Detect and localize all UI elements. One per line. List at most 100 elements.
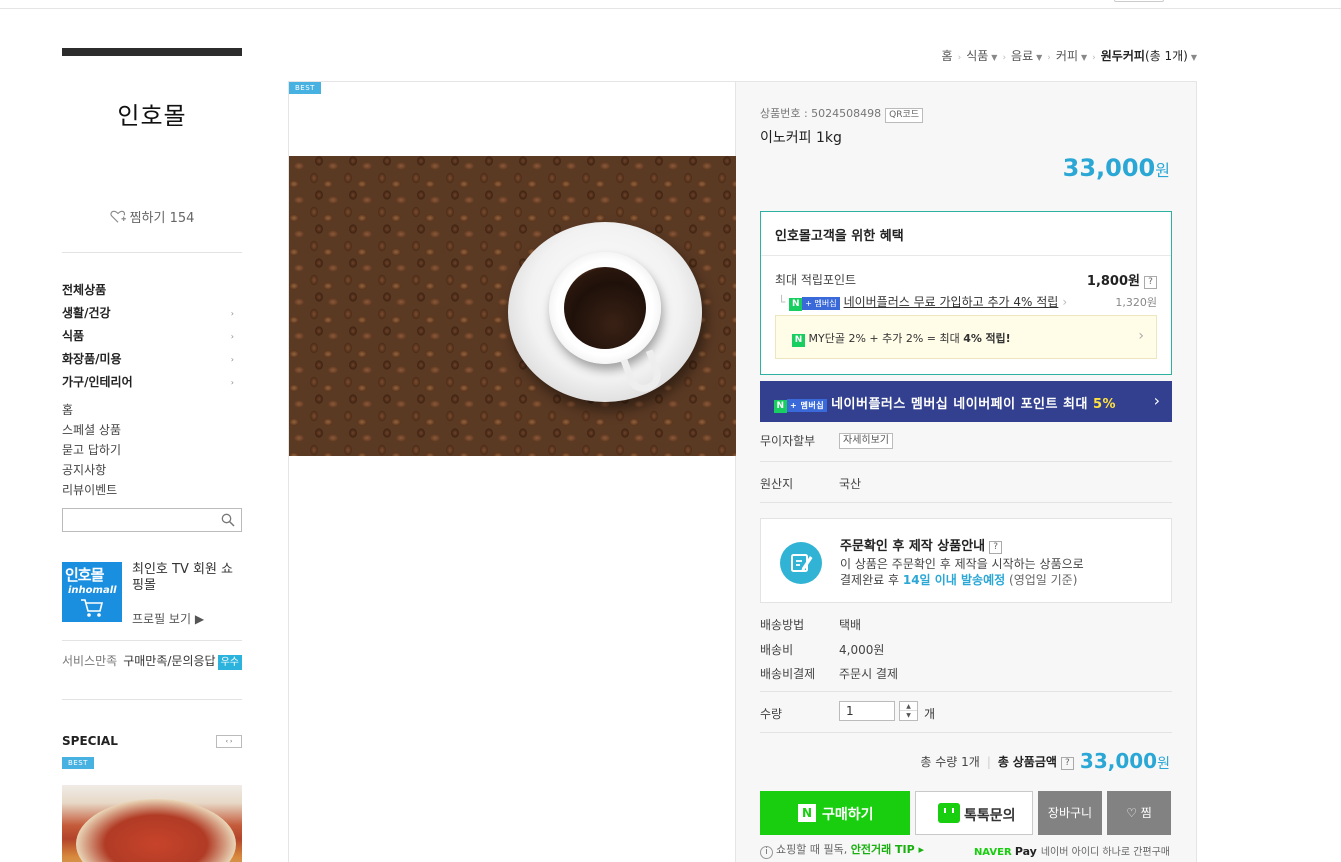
my-dangol-pct: 4%: [963, 332, 982, 345]
buy-button[interactable]: N 구매하기: [760, 791, 910, 835]
category-item-furniture[interactable]: 가구/인테리어 ›: [62, 371, 242, 394]
naver-plus-offer[interactable]: └ N + 멤버십 네이버플러스 무료 가입하고 추가 4% 적립 ›: [778, 293, 1067, 311]
naver-pay-notice: NAVER Pay 네이버 아이디 하나로 간편구매: [974, 843, 1170, 858]
breadcrumb-item-drinks[interactable]: 음료: [1011, 49, 1033, 63]
my-dangol-text: N MY단골 2% + 추가 2% = 최대 4% 적립!: [792, 330, 1011, 347]
caret-down-icon[interactable]: ▼: [1036, 53, 1042, 62]
membership-badge: + 멤버십: [802, 297, 840, 310]
total-price-unit: 원: [1157, 756, 1170, 772]
naver-plus-banner[interactable]: N + 멤버십 네이버플러스 멤버십 네이버페이 포인트 최대 5% ›: [760, 381, 1172, 422]
breadcrumb-item-home[interactable]: 홈: [942, 49, 953, 63]
shipping-fee-label: 배송비: [760, 643, 794, 657]
link-home[interactable]: 홈: [62, 400, 242, 420]
zzim-count: 154: [169, 211, 195, 226]
search-icon[interactable]: [221, 513, 235, 527]
installment-detail-button[interactable]: 자세히보기: [839, 433, 893, 449]
my-dangol-banner[interactable]: N MY단골 2% + 추가 2% = 최대 4% 적립! ›: [775, 315, 1157, 359]
category-item-all[interactable]: 전체상품: [62, 279, 242, 302]
link-special[interactable]: 스페셜 상품: [62, 420, 242, 440]
tip-link[interactable]: 안전거래 TIP ▸: [851, 843, 924, 856]
breadcrumb-item-food[interactable]: 식품: [966, 49, 988, 63]
breadcrumb-item-coffee[interactable]: 커피: [1056, 49, 1078, 63]
banner-label: 네이버플러스 멤버십 네이버페이 포인트 최대: [831, 397, 1088, 412]
special-title: SPECIAL: [62, 734, 118, 748]
naver-n-icon: N: [792, 334, 805, 347]
seller-logo[interactable]: 인호몰 inhomall: [62, 562, 122, 622]
talk-inquiry-button[interactable]: 톡톡문의: [915, 791, 1033, 835]
logo-text: 인호몰: [65, 566, 104, 584]
link-qna[interactable]: 묻고 답하기: [62, 440, 242, 460]
category-label: 가구/인테리어: [62, 375, 133, 389]
my-dangol-text-c: 적립!: [985, 332, 1011, 345]
caret-down-icon[interactable]: ▼: [1081, 53, 1087, 62]
naver-n-icon: N: [774, 400, 787, 413]
banner-pct: 5%: [1092, 397, 1117, 412]
naver-n-icon: N: [789, 298, 803, 311]
caret-down-icon[interactable]: ▼: [1191, 53, 1197, 62]
link-review-event[interactable]: 리뷰이벤트: [62, 480, 242, 500]
top-border: [0, 0, 1341, 9]
breadcrumb-current[interactable]: 원두커피(총 1개): [1101, 49, 1188, 63]
made-line2-a: 결제완료 후: [840, 573, 900, 587]
shipping-fee-value: 4,000원: [839, 643, 885, 657]
category-item-food[interactable]: 식품 ›: [62, 325, 242, 348]
decrease-icon[interactable]: ▼: [900, 711, 917, 720]
store-sidebar: 인호몰 찜하기 154 전체상품 생활/건강 › 식품 › 화장품/미용 › 가구/인…: [62, 48, 242, 862]
benefit-title: 인호몰고객을 위한 혜택: [775, 229, 904, 244]
naver-plus-link[interactable]: 네이버플러스 무료 가입하고 추가 4% 적립: [844, 295, 1059, 309]
cart-icon: [81, 599, 104, 617]
divider: [760, 461, 1172, 462]
increase-icon[interactable]: ▲: [900, 702, 917, 711]
top-tab[interactable]: [1114, 0, 1164, 2]
chevron-right-icon: ›: [230, 378, 234, 387]
max-point-label: 최대 적립포인트: [775, 273, 857, 287]
product-image[interactable]: [289, 156, 737, 456]
divider: [62, 640, 242, 641]
shipping-method-value: 택배: [839, 618, 862, 632]
installment-detail: 자세히보기: [839, 432, 893, 449]
zzim-product-button[interactable]: ♡ 찜: [1107, 791, 1171, 835]
my-dangol-text-a: MY단골 2% + 추가 2% = 최대: [808, 332, 960, 345]
naver-pay-text: 네이버 아이디 하나로 간편구매: [1040, 847, 1170, 858]
cart-button[interactable]: 장바구니: [1038, 791, 1102, 835]
max-point-value: 1,800원?: [1087, 270, 1157, 289]
total-price-value: 33,000: [1079, 749, 1158, 773]
chevron-right-icon: ›: [1138, 328, 1144, 344]
store-name[interactable]: 인호몰: [62, 96, 242, 131]
naver-plus-value: 1,320원: [1115, 296, 1157, 309]
quantity-unit: 개: [924, 707, 936, 721]
tip-text: 쇼핑할 때 필독,: [776, 843, 848, 856]
divider: [760, 732, 1172, 733]
category-item-health[interactable]: 생활/건강 ›: [62, 302, 242, 325]
product-info-panel: 상품번호 : 5024508498 QR코드 이노커피 1kg 33,000원 인…: [736, 81, 1197, 862]
quantity-stepper[interactable]: ▲ ▼: [899, 701, 918, 721]
category-label: 화장품/미용: [62, 352, 122, 366]
naver-pay-logo-pay: Pay: [1014, 845, 1037, 858]
zzim-button[interactable]: 찜하기 154: [62, 207, 242, 226]
service-label: 서비스만족: [62, 654, 118, 668]
quantity-input[interactable]: 1: [839, 701, 895, 721]
caret-down-icon[interactable]: ▼: [991, 53, 997, 62]
quantity-label: 수량: [760, 707, 783, 721]
made-line2-highlight: 14일 이내 발송예정: [902, 573, 1006, 587]
origin-label: 원산지: [760, 477, 794, 491]
category-list: 전체상품 생활/건강 › 식품 › 화장품/미용 › 가구/인테리어 ›: [62, 279, 242, 394]
plate-image: [76, 799, 236, 862]
category-item-beauty[interactable]: 화장품/미용 ›: [62, 348, 242, 371]
profile-view-link[interactable]: 프로필 보기 ▶: [132, 610, 204, 627]
store-links: 홈 스페셜 상품 묻고 답하기 공지사항 리뷰이벤트: [62, 400, 242, 500]
help-icon[interactable]: ?: [1144, 276, 1157, 289]
separator: |: [986, 755, 991, 769]
product-name: 이노커피 1kg: [760, 130, 842, 146]
safe-trade-tip[interactable]: i 쇼핑할 때 필독, 안전거래 TIP ▸: [760, 841, 924, 859]
edit-note-icon: [780, 542, 822, 584]
help-icon[interactable]: ?: [989, 541, 1003, 554]
qr-code-button[interactable]: QR코드: [885, 108, 924, 123]
special-product-image[interactable]: [62, 785, 242, 862]
zzim-label: 찜하기: [129, 211, 166, 226]
special-nav-arrows[interactable]: ‹ ›: [216, 735, 242, 748]
origin-value: 국산: [839, 477, 862, 491]
link-notice[interactable]: 공지사항: [62, 460, 242, 480]
help-icon[interactable]: ?: [1060, 757, 1074, 770]
store-search-input[interactable]: [62, 508, 242, 532]
